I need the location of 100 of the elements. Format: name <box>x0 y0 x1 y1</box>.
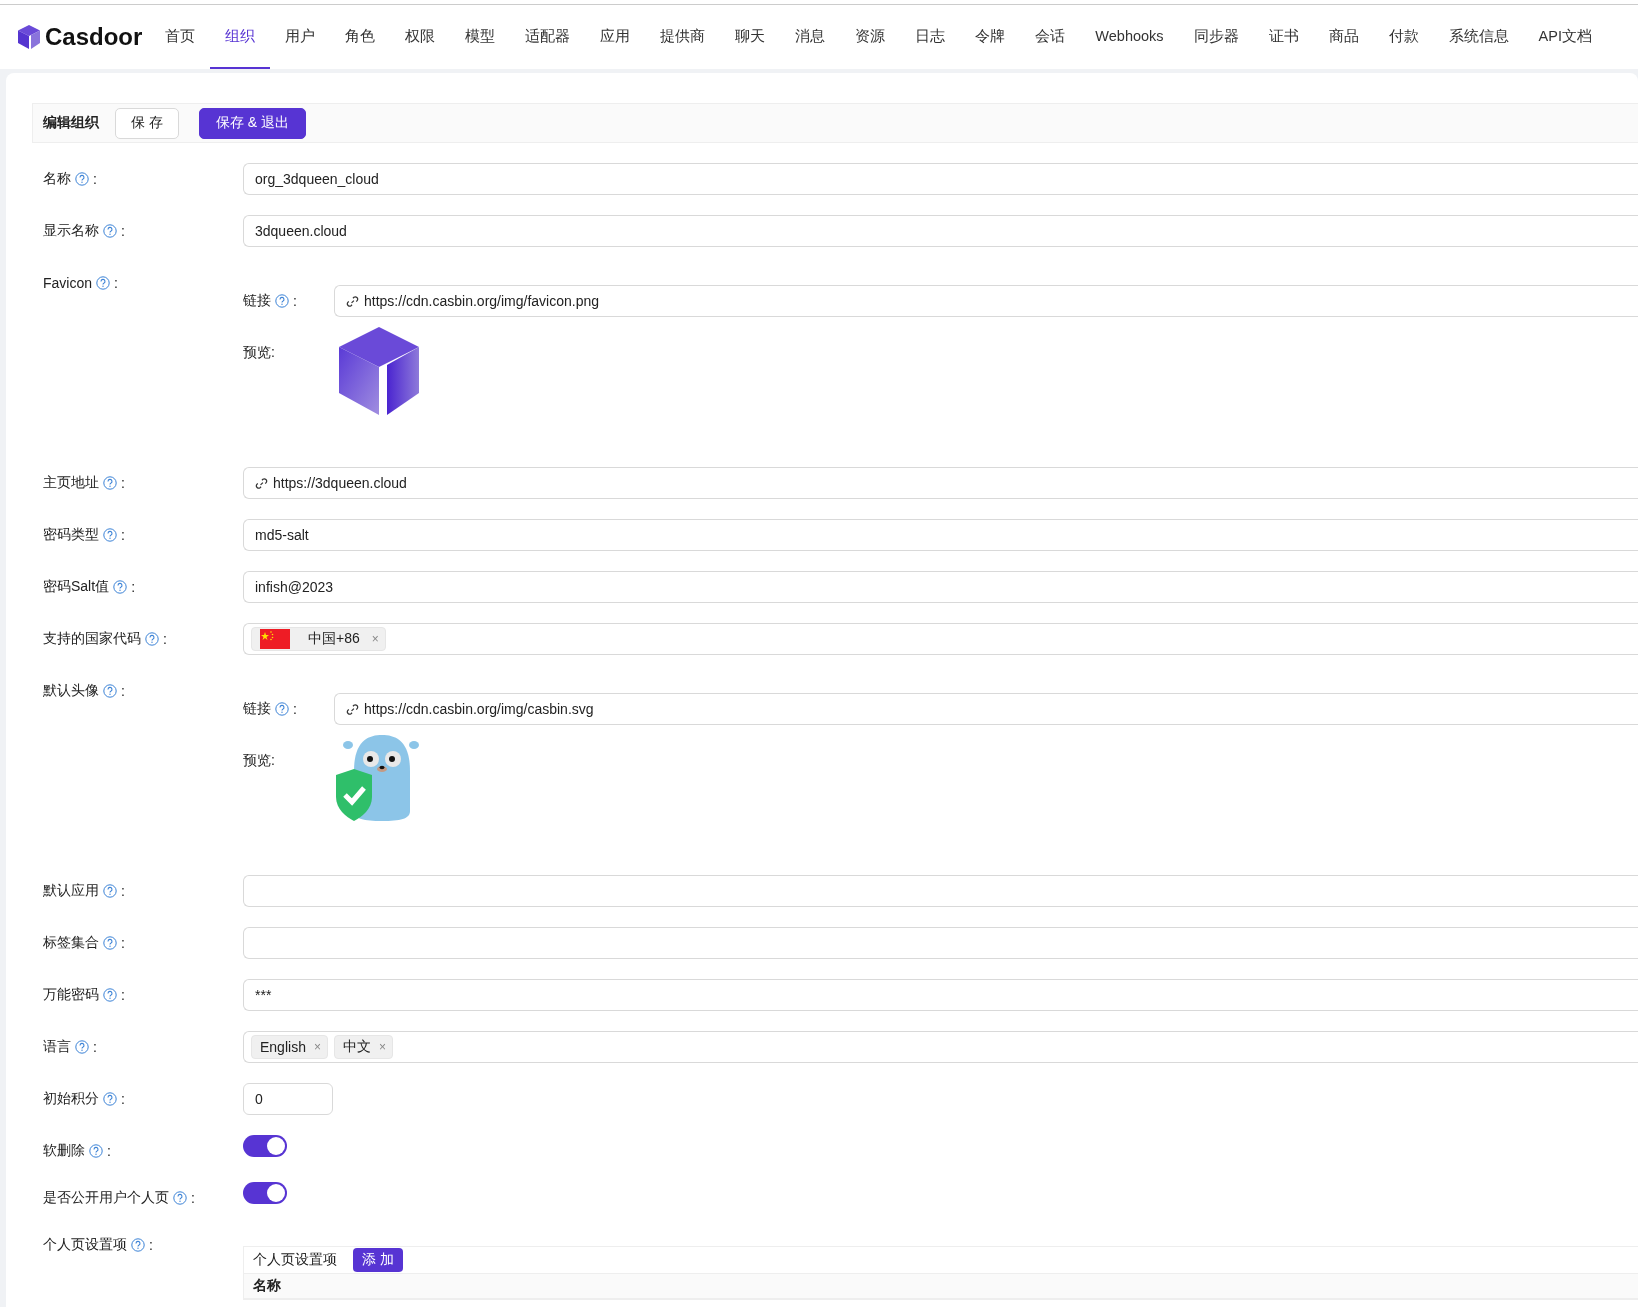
page-title: 编辑组织 <box>43 114 99 132</box>
nav-tab[interactable]: 资源 <box>840 5 901 69</box>
field-label: 支持的国家代码 <box>43 630 141 648</box>
tag-label: English <box>260 1039 306 1055</box>
field-label: 密码类型 <box>43 526 99 544</box>
field-label: 显示名称 <box>43 222 99 240</box>
field-label: 是否公开用户个人页 <box>43 1189 169 1207</box>
colon: : <box>121 527 125 543</box>
field-value: 0 <box>255 1091 263 1107</box>
nav-tab[interactable]: 适配器 <box>510 5 586 69</box>
field-label: 链接 <box>243 292 271 310</box>
nav-tab[interactable]: 商品 <box>1313 5 1374 69</box>
nav-tab[interactable]: 提供商 <box>645 5 721 69</box>
colon: : <box>131 579 135 595</box>
colon: : <box>114 275 118 291</box>
text-field[interactable] <box>243 875 1638 907</box>
nav-tab[interactable]: 模型 <box>450 5 511 69</box>
help-icon <box>173 1191 187 1205</box>
text-field[interactable] <box>243 927 1638 959</box>
field-value: https://cdn.casbin.org/img/casbin.svg <box>364 701 594 717</box>
help-icon <box>145 632 159 646</box>
help-icon <box>275 294 289 308</box>
nav-tab[interactable]: 消息 <box>780 5 841 69</box>
save-exit-button[interactable]: 保存 & 退出 <box>198 107 306 139</box>
nav-tab[interactable]: 证书 <box>1253 5 1314 69</box>
field-label: 个人页设置项 <box>43 1236 127 1254</box>
field-label: 链接 <box>243 700 271 718</box>
colon: : <box>121 223 125 239</box>
help-icon <box>275 702 289 716</box>
colon: : <box>149 1237 153 1253</box>
help-icon <box>103 988 117 1002</box>
field-label: 初始积分 <box>43 1090 99 1108</box>
tag-label: 中国+86 <box>308 630 360 648</box>
field-label: 默认应用 <box>43 882 99 900</box>
help-icon <box>103 224 117 238</box>
add-button[interactable]: 添 加 <box>353 1248 403 1272</box>
nav-tab[interactable]: 组织 <box>210 5 271 69</box>
field-label: 预览: <box>243 344 275 362</box>
select-field[interactable]: 中国+86 × <box>243 623 1638 655</box>
field-value: https://cdn.casbin.org/img/favicon.png <box>364 293 600 309</box>
nav-tab[interactable]: 系统信息 <box>1433 5 1524 69</box>
text-field[interactable]: org_3dqueen_cloud <box>243 163 1638 195</box>
field-label: 名称 <box>43 170 71 188</box>
nav-tab[interactable]: 首页 <box>150 5 211 69</box>
logo-text: Casdoor <box>45 23 143 51</box>
nav-tab[interactable]: 日志 <box>900 5 961 69</box>
colon: : <box>93 171 97 187</box>
field-value: *** <box>255 987 272 1003</box>
help-icon <box>96 276 111 290</box>
field-value: org_3dqueen_cloud <box>255 171 379 187</box>
nav-tab[interactable]: 会话 <box>1020 5 1081 69</box>
field-label: 默认头像 <box>43 682 99 700</box>
toggle-switch[interactable] <box>243 1182 287 1204</box>
field-value: https://3dqueen.cloud <box>273 475 407 491</box>
field-label: 主页地址 <box>43 474 99 492</box>
colon: : <box>191 1190 195 1206</box>
nav-tab[interactable]: Webhooks <box>1080 5 1179 69</box>
tag-label: 中文 <box>342 1038 371 1056</box>
colon: : <box>293 701 297 717</box>
table-title: 个人页设置项 <box>253 1251 337 1269</box>
link-icon <box>346 702 359 716</box>
nav-tab[interactable]: 权限 <box>390 5 451 69</box>
text-field[interactable]: *** <box>243 979 1638 1011</box>
number-field[interactable]: 0 <box>243 1083 333 1115</box>
colon: : <box>121 683 125 699</box>
colon: : <box>121 1091 125 1107</box>
nav-tab[interactable]: 应用 <box>585 5 646 69</box>
field-label: 密码Salt值 <box>43 578 110 596</box>
link-icon <box>346 294 359 308</box>
save-button[interactable]: 保 存 <box>115 107 179 139</box>
field-value: infish@2023 <box>255 579 334 595</box>
field-label: 软删除 <box>43 1142 85 1160</box>
nav-tab[interactable]: 令牌 <box>960 5 1021 69</box>
colon: : <box>121 987 125 1003</box>
text-field[interactable]: 3dqueen.cloud <box>243 215 1638 247</box>
help-icon <box>103 884 117 898</box>
help-icon <box>103 528 117 542</box>
url-field[interactable]: https://cdn.casbin.org/img/casbin.svg <box>334 693 1638 725</box>
colon: : <box>93 1039 97 1055</box>
help-icon <box>75 1040 89 1054</box>
flag-icon <box>260 629 290 649</box>
help-icon <box>113 580 128 594</box>
nav-tab[interactable]: 付款 <box>1373 5 1434 69</box>
cube-logo-icon <box>17 24 41 50</box>
help-icon <box>103 936 117 950</box>
help-icon <box>103 684 117 698</box>
nav-tab[interactable]: 同步器 <box>1178 5 1254 69</box>
url-field[interactable]: https://cdn.casbin.org/img/favicon.png <box>334 285 1638 317</box>
nav-tab[interactable]: 角色 <box>330 5 391 69</box>
text-field[interactable]: md5-salt <box>243 519 1638 551</box>
text-field[interactable]: infish@2023 <box>243 571 1638 603</box>
field-label: Favicon <box>43 275 93 291</box>
help-icon <box>89 1144 103 1158</box>
nav-tab[interactable]: 聊天 <box>720 5 781 69</box>
colon: : <box>107 1143 111 1159</box>
toggle-switch[interactable] <box>243 1135 287 1157</box>
url-field[interactable]: https://3dqueen.cloud <box>243 467 1638 499</box>
help-icon <box>103 1092 117 1106</box>
nav-tab[interactable]: API文档 <box>1523 5 1607 69</box>
nav-tab[interactable]: 用户 <box>270 5 331 69</box>
